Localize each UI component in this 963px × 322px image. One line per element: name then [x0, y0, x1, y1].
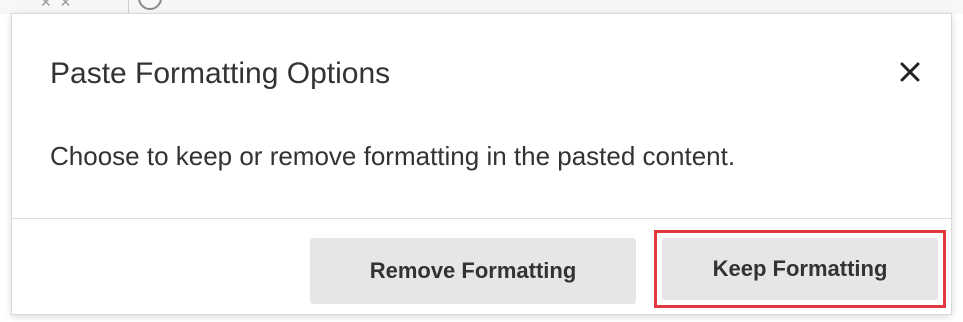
screen: ✕ ✕ Paste Formatting Options Choose to k… [0, 0, 963, 322]
keep-formatting-highlight: Keep Formatting [654, 230, 946, 308]
footer-divider [12, 218, 951, 219]
background-toolbar: ✕ ✕ [0, 0, 963, 14]
close-button[interactable] [894, 56, 926, 88]
dialog-title: Paste Formatting Options [50, 57, 391, 90]
paste-formatting-dialog: Paste Formatting Options Choose to keep … [12, 14, 951, 314]
dialog-message: Choose to keep or remove formatting in t… [50, 141, 736, 171]
toolbar-separator [128, 0, 129, 14]
keep-formatting-label: Keep Formatting [712, 256, 888, 281]
add-circle-icon[interactable] [138, 0, 162, 10]
remove-formatting-button[interactable]: Remove Formatting [310, 238, 636, 304]
keep-formatting-button[interactable]: Keep Formatting [662, 238, 938, 300]
close-icon [900, 62, 920, 82]
toolbar-fragment-icon: ✕ ✕ [40, 0, 74, 10]
remove-formatting-label: Remove Formatting [369, 258, 577, 283]
